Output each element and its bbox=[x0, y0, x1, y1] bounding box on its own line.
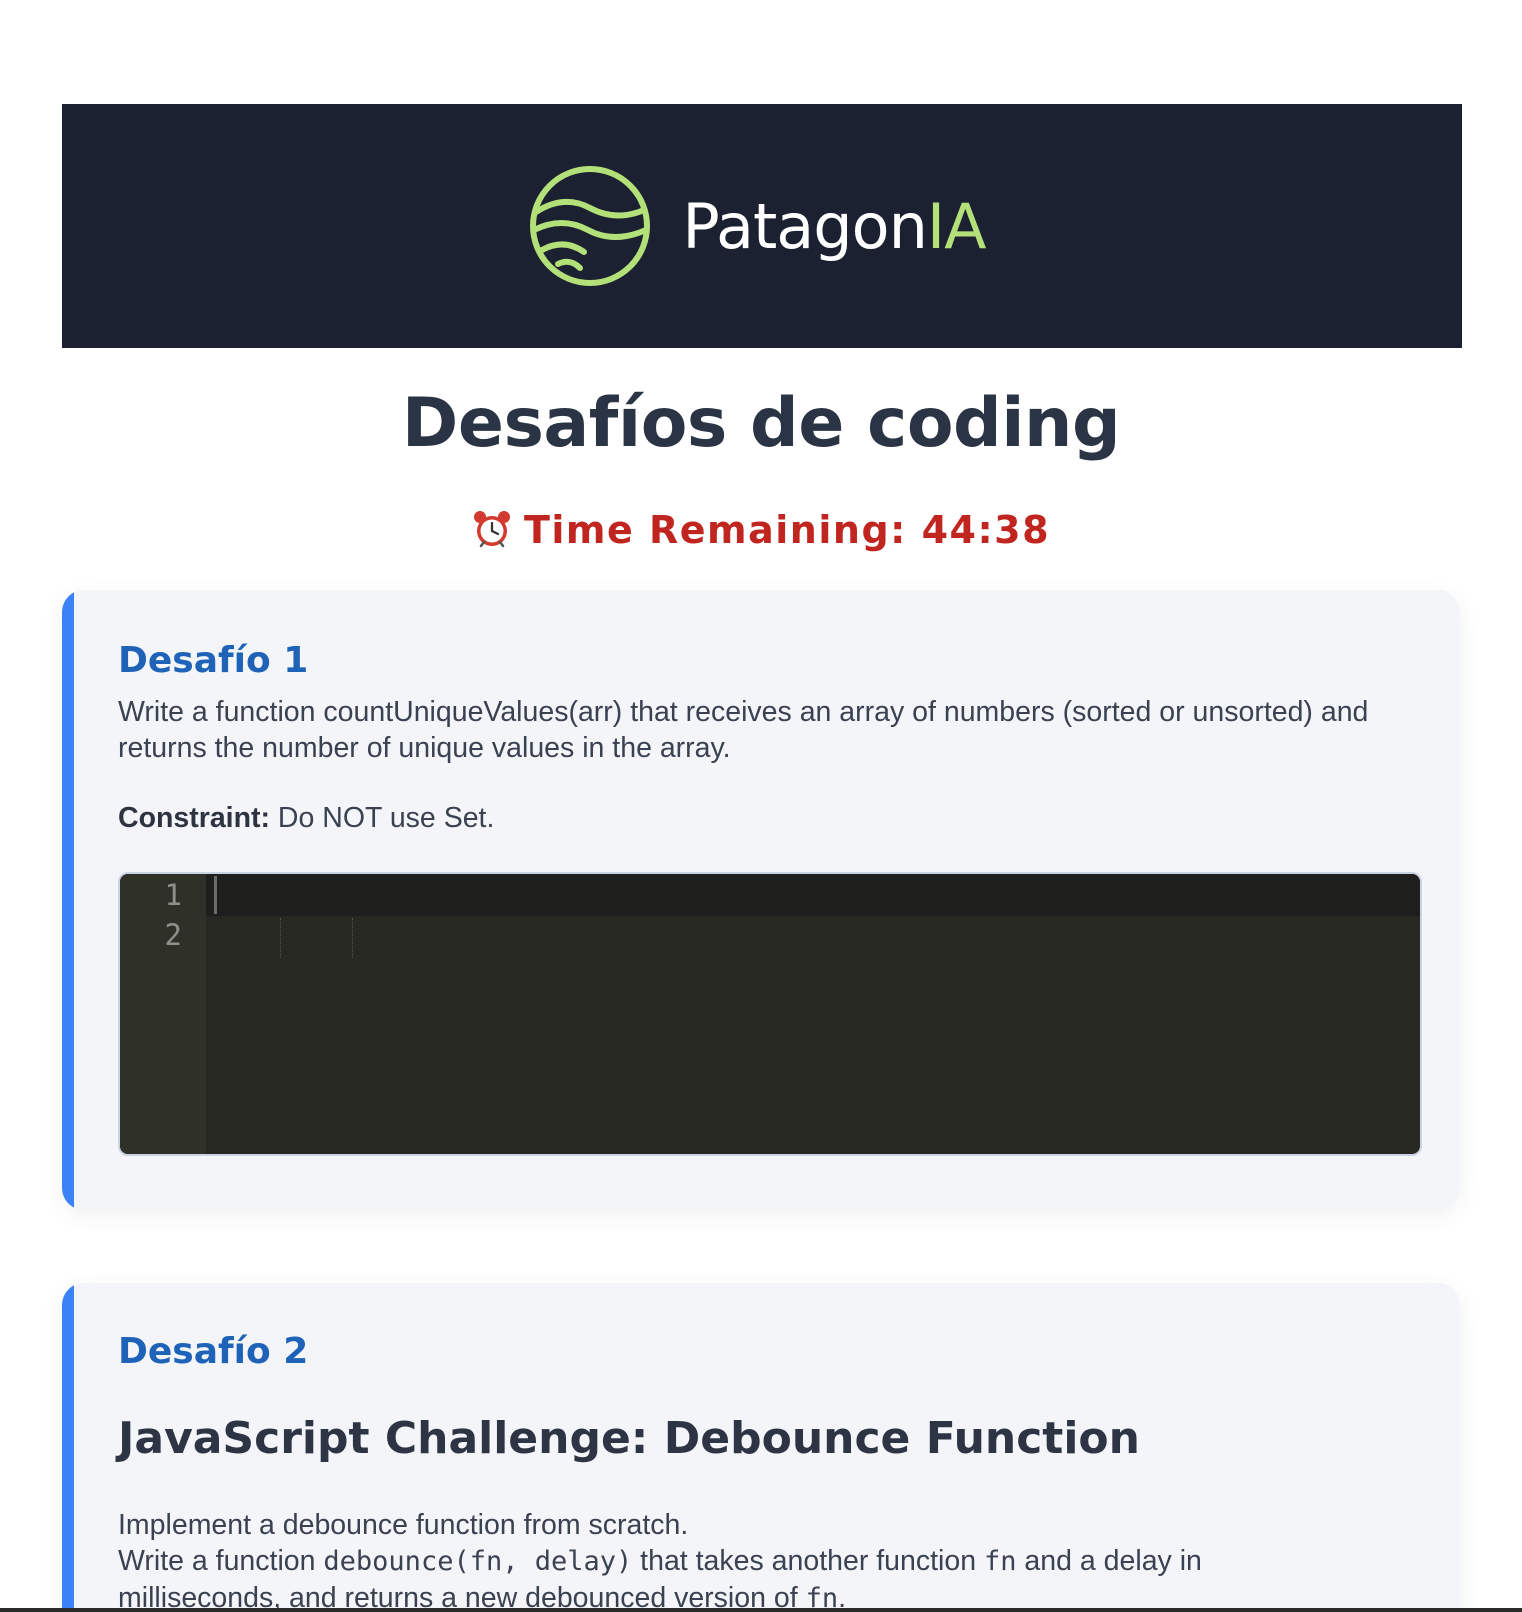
indent-guide bbox=[280, 918, 281, 958]
inline-code: fn bbox=[984, 1546, 1017, 1577]
text-span: Write a function bbox=[118, 1545, 324, 1577]
description-line: Implement a debounce function from scrat… bbox=[118, 1509, 689, 1541]
page-title: Desafíos de coding bbox=[401, 384, 1121, 463]
challenge-subtitle: JavaScript Challenge: Debounce Function bbox=[118, 1413, 1140, 1464]
challenge-description: Implement a debounce function from scrat… bbox=[118, 1507, 1420, 1612]
challenge-heading: Desafío 2 bbox=[118, 1331, 309, 1372]
text-span: and a delay in bbox=[1016, 1545, 1202, 1577]
inline-code: debounce(fn, delay) bbox=[323, 1546, 633, 1577]
brand-name: PatagonIA bbox=[682, 189, 987, 263]
indent-guide bbox=[352, 918, 353, 958]
challenge-card-2: Desafío 2 JavaScript Challenge: Debounce… bbox=[62, 1283, 1460, 1612]
alarm-clock-icon bbox=[473, 511, 510, 548]
brand-logo[interactable]: PatagonIA bbox=[528, 164, 987, 288]
challenge-constraint: Constraint: Do NOT use Set. bbox=[118, 800, 494, 836]
line-number: 2 bbox=[164, 918, 182, 952]
page: PatagonIA Desafíos de coding Time Remain… bbox=[0, 0, 1522, 1612]
brand-name-main: Patagon bbox=[682, 189, 927, 263]
brand-name-accent: IA bbox=[926, 189, 987, 263]
constraint-label: Constraint: bbox=[118, 802, 270, 834]
brand-banner: PatagonIA bbox=[62, 104, 1462, 348]
wave-circle-logo-icon bbox=[530, 166, 651, 286]
constraint-text: Do NOT use Set. bbox=[270, 802, 495, 834]
window-bottom-edge bbox=[0, 1608, 1522, 1612]
line-number: 1 bbox=[164, 878, 182, 912]
editor-gutter: 1 2 bbox=[120, 874, 206, 1154]
challenge-description: Write a function countUniqueValues(arr) … bbox=[118, 696, 1369, 764]
timer-text: Time Remaining: 44:38 bbox=[523, 508, 1051, 552]
text-span: that takes another function bbox=[632, 1545, 984, 1577]
challenge-heading: Desafío 1 bbox=[118, 640, 309, 681]
countdown-timer: Time Remaining: 44:38 bbox=[0, 508, 1522, 552]
description-line: Write a function debounce(fn, delay) tha… bbox=[118, 1543, 1420, 1580]
text-cursor bbox=[214, 876, 217, 914]
challenge-card-1: Desafío 1 Write a function countUniqueVa… bbox=[62, 590, 1460, 1210]
active-line-highlight bbox=[120, 874, 1420, 916]
code-editor[interactable]: 1 2 bbox=[118, 872, 1422, 1156]
